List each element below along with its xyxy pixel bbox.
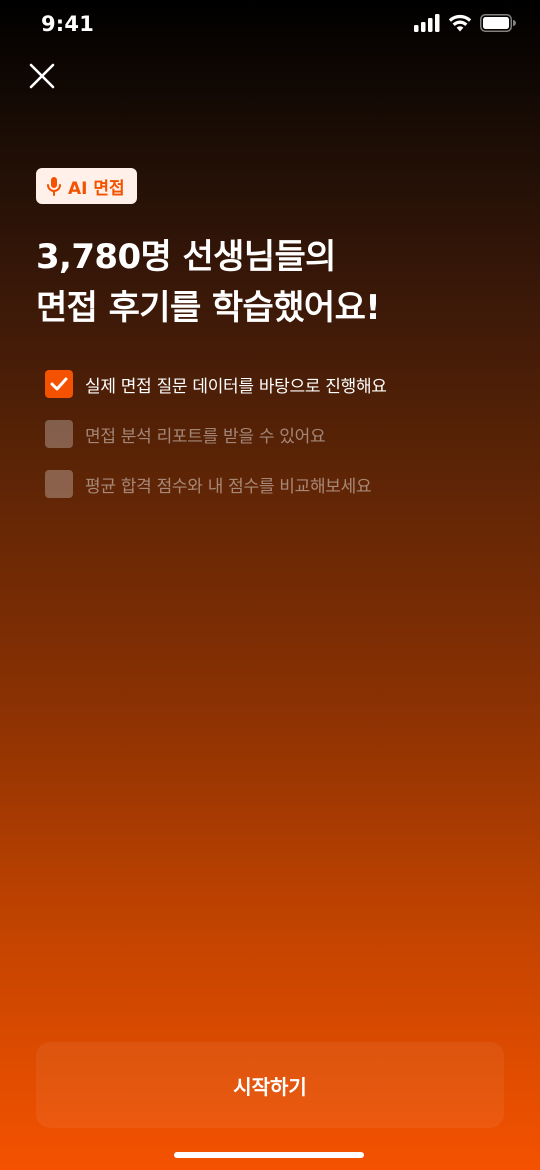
status-bar: 9:41 [0,0,540,48]
page-title: 3,780명 선생님들의 면접 후기를 학습했어요! [36,232,506,334]
checkbox-unchecked[interactable] [45,420,73,448]
checkbox-checked[interactable] [45,370,73,398]
checkbox-unchecked[interactable] [45,470,73,498]
ai-interview-badge: AI 면접 [36,168,137,204]
status-icons [414,14,516,36]
checklist-item[interactable]: 실제 면접 질문 데이터를 바탕으로 진행해요 [45,368,515,400]
interview-intro-screen: 9:41 AI 면접 3,780명 선생님들의 면접 후기를 학습했어요! 실제… [0,0,540,1170]
close-icon [29,63,55,89]
badge-label: AI 면접 [68,178,125,199]
checklist-item[interactable]: 면접 분석 리포트를 받을 수 있어요 [45,418,515,450]
microphone-icon [47,177,61,196]
checklist-label: 평균 합격 점수와 내 점수를 비교해보세요 [85,476,372,497]
headline-line-1: 3,780명 선생님들의 [36,237,336,277]
checklist-item[interactable]: 평균 합격 점수와 내 점수를 비교해보세요 [45,468,515,500]
checkmark-icon [50,377,68,391]
start-button-label: 시작하기 [233,1074,307,1099]
checklist-label: 실제 면접 질문 데이터를 바탕으로 진행해요 [85,376,387,397]
cellular-signal-icon [414,14,440,36]
close-button[interactable] [24,58,60,94]
start-button[interactable]: 시작하기 [36,1042,504,1128]
wifi-icon [448,14,472,36]
battery-icon [480,14,516,36]
headline-line-2: 면접 후기를 학습했어요! [36,288,381,328]
status-time: 9:41 [41,12,95,36]
home-indicator [174,1152,364,1158]
feature-checklist: 실제 면접 질문 데이터를 바탕으로 진행해요 면접 분석 리포트를 받을 수 … [45,368,515,518]
checklist-label: 면접 분석 리포트를 받을 수 있어요 [85,426,326,447]
